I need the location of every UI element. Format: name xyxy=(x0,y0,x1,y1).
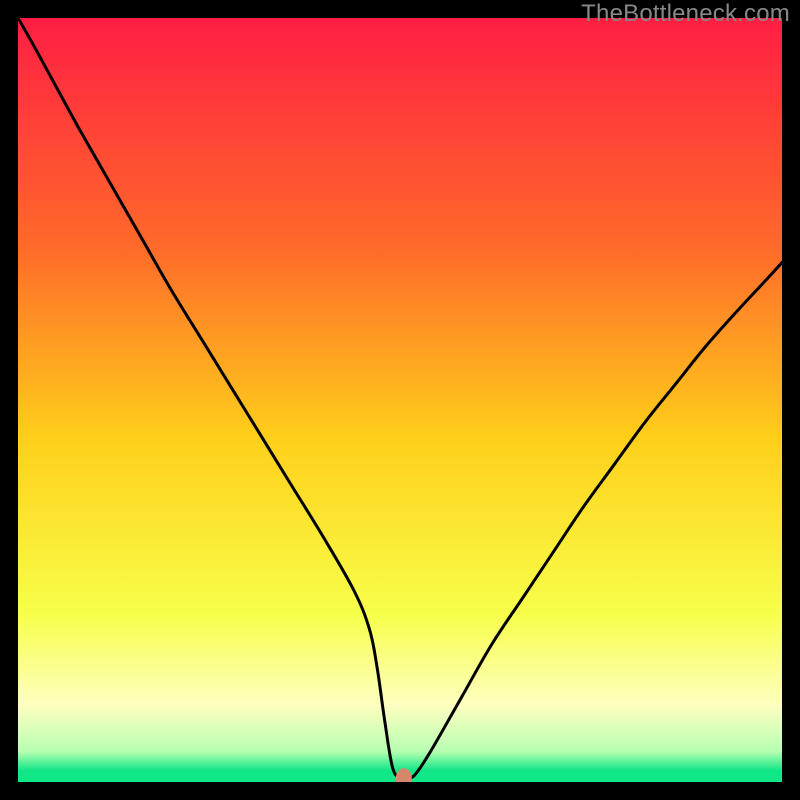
watermark-text: TheBottleneck.com xyxy=(581,0,790,28)
plot-area xyxy=(18,18,782,782)
chart-frame: TheBottleneck.com xyxy=(0,0,800,800)
gradient-background xyxy=(18,18,782,782)
chart-svg xyxy=(18,18,782,782)
